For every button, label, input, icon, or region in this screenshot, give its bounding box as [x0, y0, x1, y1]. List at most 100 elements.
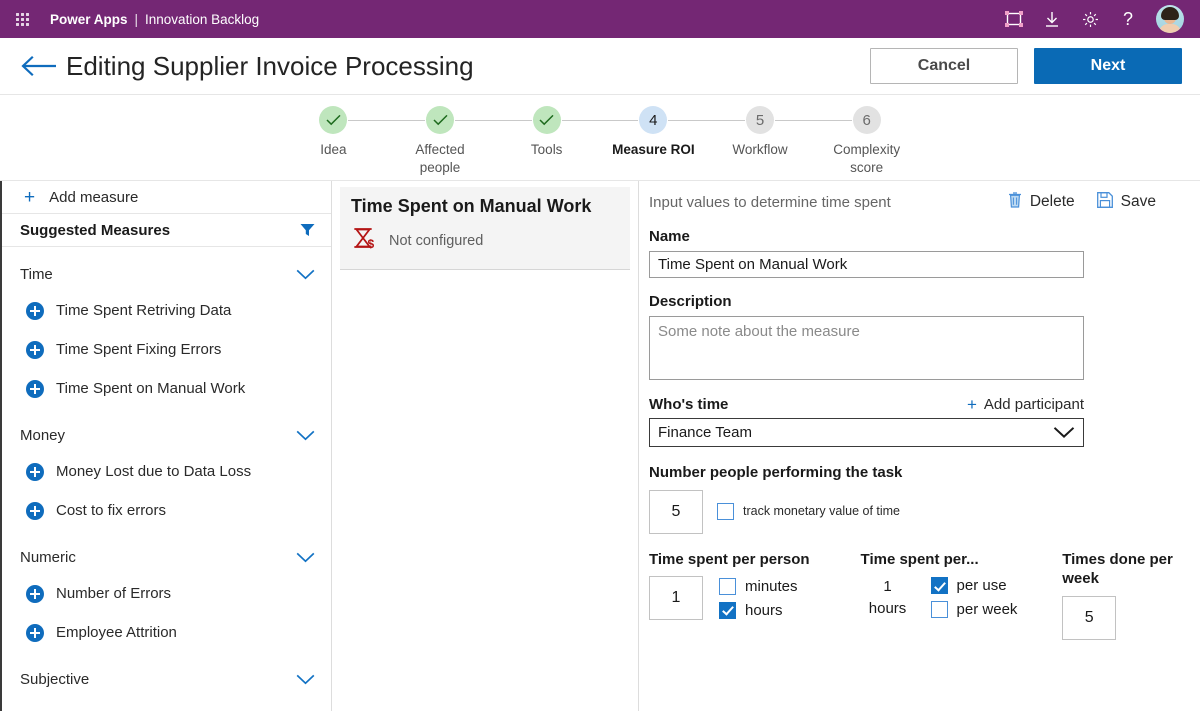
step-label[interactable]: Complexity score	[824, 141, 910, 177]
step-label[interactable]: Measure ROI	[612, 141, 695, 159]
per-week-checkbox[interactable]	[931, 601, 948, 618]
measure-card[interactable]: Time Spent on Manual Work $ Not configur…	[340, 187, 630, 270]
step-label[interactable]: Workflow	[732, 141, 787, 159]
top-app-bar: Power Apps | Innovation Backlog	[0, 0, 1200, 38]
time-per-person-inner: 1 minutes hours	[649, 576, 861, 620]
header-actions: Cancel Next	[870, 48, 1182, 84]
list-item[interactable]: Time Spent on Manual Work	[2, 369, 331, 408]
check-icon	[326, 114, 341, 126]
list-item[interactable]: Employee Attrition	[2, 613, 331, 652]
step-connector-left	[813, 120, 851, 121]
step-circle[interactable]: 5	[746, 106, 774, 134]
back-arrow-icon[interactable]	[20, 50, 60, 82]
list-item[interactable]: Cost to fix errors	[2, 491, 331, 530]
people-count-input[interactable]: 5	[649, 490, 703, 534]
plus-icon: +	[24, 188, 35, 207]
hours-row[interactable]: hours	[719, 602, 798, 619]
time-unit-checkboxes: minutes hours	[719, 578, 798, 619]
save-button[interactable]: Save	[1097, 191, 1156, 213]
step-circle[interactable]	[426, 106, 454, 134]
settings-gear-icon[interactable]	[1080, 9, 1100, 29]
list-item[interactable]: Time Spent Retriving Data	[2, 291, 331, 330]
per-week-row[interactable]: per week	[931, 601, 1018, 618]
step-circle[interactable]: 4	[639, 106, 667, 134]
cancel-button[interactable]: Cancel	[870, 48, 1018, 84]
step-workflow[interactable]: 5 Workflow	[707, 106, 814, 159]
chevron-down-icon[interactable]	[296, 269, 315, 280]
step-complexity-score[interactable]: 6 Complexity score	[813, 106, 920, 177]
chevron-down-icon[interactable]	[1053, 426, 1075, 439]
fit-screen-icon[interactable]	[1004, 9, 1024, 29]
next-button[interactable]: Next	[1034, 48, 1182, 84]
save-label: Save	[1121, 193, 1156, 211]
measures-sidebar: + Add measure Suggested Measures Time Ti…	[0, 181, 332, 711]
step-affected-people[interactable]: Affected people	[387, 106, 494, 177]
download-icon[interactable]	[1042, 9, 1062, 29]
group-header-time[interactable]: Time	[2, 257, 331, 291]
group-header-money[interactable]: Money	[2, 418, 331, 452]
list-item[interactable]: Number of Errors	[2, 574, 331, 613]
add-circle-icon[interactable]	[26, 341, 44, 359]
step-label[interactable]: Idea	[320, 141, 346, 159]
minutes-label: minutes	[745, 578, 798, 595]
suggested-measures-title: Suggested Measures	[20, 222, 170, 239]
add-circle-icon[interactable]	[26, 380, 44, 398]
add-circle-icon[interactable]	[26, 302, 44, 320]
step-label[interactable]: Affected people	[397, 141, 483, 177]
add-circle-icon[interactable]	[26, 463, 44, 481]
per-use-row[interactable]: per use	[931, 577, 1018, 594]
time-per-person-input[interactable]: 1	[649, 576, 703, 620]
whos-time-row: Who's time + Add participant	[649, 396, 1084, 413]
description-input[interactable]: Some note about the measure	[649, 316, 1084, 380]
time-spent-per-inner: 1 hours per use per week	[861, 576, 1063, 620]
frequency-checkboxes: per use per week	[931, 577, 1018, 618]
per-use-checkbox[interactable]	[931, 577, 948, 594]
add-participant-label: Add participant	[984, 396, 1084, 413]
add-circle-icon[interactable]	[26, 502, 44, 520]
step-circle[interactable]	[533, 106, 561, 134]
step-idea[interactable]: Idea	[280, 106, 387, 159]
step-tools[interactable]: Tools	[493, 106, 600, 159]
chevron-down-icon[interactable]	[296, 552, 315, 563]
times-done-input[interactable]: 5	[1062, 596, 1116, 640]
app-name[interactable]: Innovation Backlog	[145, 12, 259, 27]
measure-label: Time Spent Fixing Errors	[56, 341, 221, 358]
group-title: Time	[20, 266, 53, 283]
minutes-checkbox[interactable]	[719, 578, 736, 595]
step-circle[interactable]	[319, 106, 347, 134]
chevron-down-icon[interactable]	[296, 674, 315, 685]
help-icon[interactable]: ?	[1118, 9, 1138, 29]
list-item[interactable]: Money Lost due to Data Loss	[2, 452, 331, 491]
avatar-hair	[1161, 7, 1179, 20]
track-monetary-row[interactable]: track monetary value of time	[717, 503, 900, 520]
measure-card-status-row: $ Not configured	[351, 226, 620, 257]
add-measure-button[interactable]: + Add measure	[2, 181, 331, 214]
list-item[interactable]: Time Spent Fixing Errors	[2, 330, 331, 369]
step-measure-roi[interactable]: 4 Measure ROI	[600, 106, 707, 159]
add-participant-button[interactable]: + Add participant	[967, 396, 1084, 413]
time-per-person-label: Time spent per person	[649, 550, 861, 570]
main-body: + Add measure Suggested Measures Time Ti…	[0, 181, 1200, 711]
hours-checkbox[interactable]	[719, 602, 736, 619]
app-launcher-icon[interactable]	[8, 5, 36, 33]
user-avatar[interactable]	[1156, 5, 1184, 33]
measure-label: Number of Errors	[56, 585, 171, 602]
name-input[interactable]: Time Spent on Manual Work	[649, 251, 1084, 278]
minutes-row[interactable]: minutes	[719, 578, 798, 595]
delete-button[interactable]: Delete	[1008, 191, 1075, 213]
track-monetary-checkbox[interactable]	[717, 503, 734, 520]
add-circle-icon[interactable]	[26, 585, 44, 603]
time-spent-per-label: Time spent per...	[861, 550, 1063, 570]
group-header-subjective[interactable]: Subjective	[2, 662, 331, 696]
waffle-grid	[16, 13, 29, 26]
chevron-down-icon[interactable]	[296, 430, 315, 441]
people-section: Number people performing the task 5 trac…	[649, 463, 1200, 534]
whos-time-select[interactable]: Finance Team	[649, 418, 1084, 447]
add-circle-icon[interactable]	[26, 624, 44, 642]
filter-icon[interactable]	[300, 223, 315, 237]
step-label[interactable]: Tools	[531, 141, 563, 159]
measure-label: Money Lost due to Data Loss	[56, 463, 251, 480]
step-circle[interactable]: 6	[853, 106, 881, 134]
brand-name[interactable]: Power Apps	[50, 12, 128, 27]
group-header-numeric[interactable]: Numeric	[2, 540, 331, 574]
